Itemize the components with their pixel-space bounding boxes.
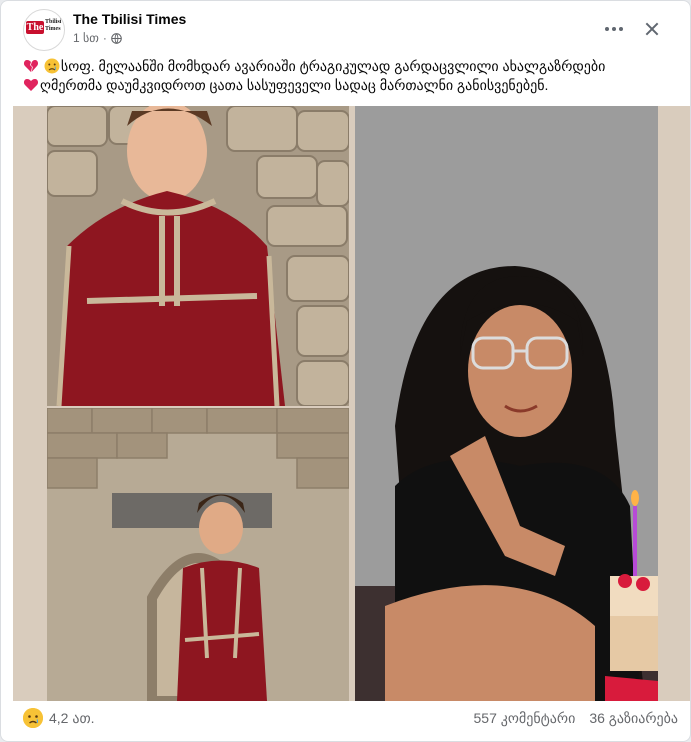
post-text-line-1: სოფ. მელაანში მომხდარ ავარიაში ტრაგიკულა… [23, 57, 673, 76]
post-header: The Tbilisi Times The Tbilisi Times 1 სთ… [23, 9, 674, 51]
photo-boy-top-left[interactable] [47, 106, 349, 406]
more-options-button[interactable] [600, 15, 628, 43]
post-text-line-2: ღმერთმა დაუმკვიდროთ ცათა სასუფეველი სადა… [23, 76, 673, 95]
reactions-summary[interactable]: 4,2 ათ. [23, 706, 95, 730]
post-time[interactable]: 1 სთ [73, 31, 99, 45]
post-text: სოფ. მელაანში მომხდარ ავარიაში ტრაგიკულა… [23, 57, 673, 95]
crying-face-icon [44, 58, 60, 74]
photo-collage[interactable] [13, 106, 690, 701]
post-text-content-1: სოფ. მელაანში მომხდარ ავარიაში ტრაგიკულა… [60, 58, 606, 74]
red-heart-icon [23, 79, 39, 91]
page-avatar[interactable]: The Tbilisi Times [23, 9, 65, 51]
meta-separator: · [102, 31, 107, 45]
logo-mark: The [26, 21, 44, 34]
shares-count[interactable]: 36 გაზიარება [589, 710, 678, 727]
engagement-counts: 557 კომენტარი 36 გაზიარება [474, 706, 678, 730]
reactions-count[interactable]: 4,2 ათ. [49, 710, 95, 727]
sad-reaction-icon [23, 708, 43, 728]
broken-heart-icon [23, 60, 39, 72]
post-meta: 1 სთ · [73, 31, 122, 45]
page-name-link[interactable]: The Tbilisi Times [73, 11, 186, 27]
post-card: The Tbilisi Times The Tbilisi Times 1 სთ… [0, 0, 691, 742]
photo-boy-bottom-left[interactable] [47, 408, 349, 701]
photo-girl-right[interactable] [355, 106, 658, 701]
comments-count[interactable]: 557 კომენტარი [474, 710, 576, 727]
close-icon[interactable] [638, 15, 666, 43]
globe-icon [111, 32, 122, 44]
post-text-content-2: ღმერთმა დაუმკვიდროთ ცათა სასუფეველი სადა… [40, 77, 549, 93]
logo-text: Tbilisi Times [45, 19, 62, 32]
